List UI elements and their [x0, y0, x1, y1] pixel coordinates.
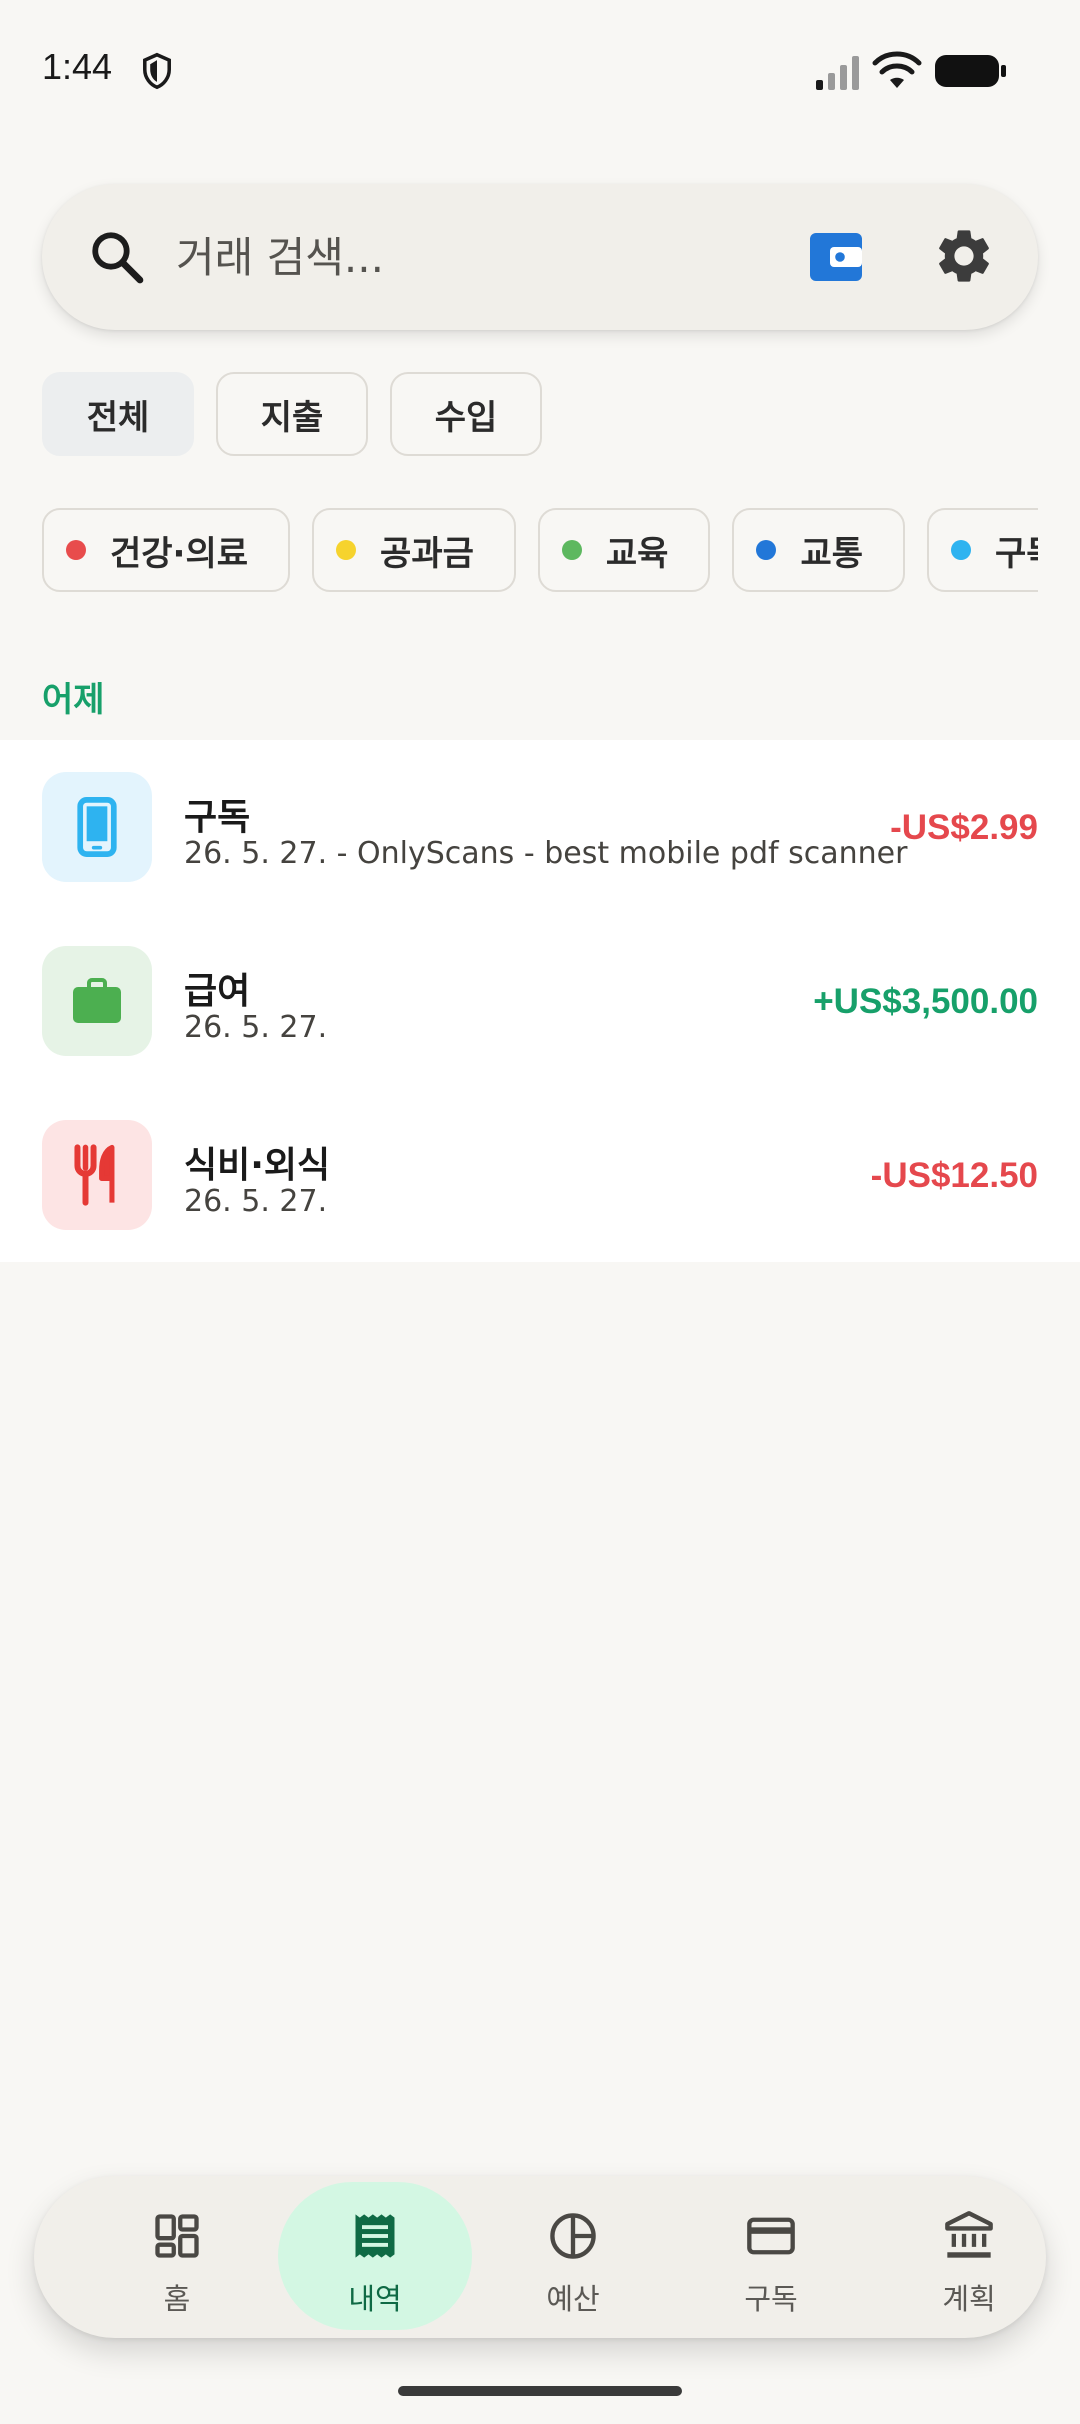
date-section-header: 어제 — [42, 680, 105, 720]
search-input[interactable] — [176, 184, 796, 330]
signal-icon — [816, 56, 859, 90]
home-indicator[interactable] — [398, 2386, 682, 2396]
category-dot — [561, 540, 582, 560]
category-dot — [66, 540, 86, 560]
nav-item-budget[interactable]: 예산 — [478, 2176, 668, 2338]
wallet-icon[interactable] — [808, 230, 864, 284]
transaction-subtitle: 26. 5. 27. — [184, 1184, 328, 1219]
category-dot — [756, 540, 777, 560]
category-chip-transport[interactable]: 교통 — [732, 508, 906, 592]
category-chip-utilities[interactable]: 공과금 — [312, 508, 516, 592]
filter-chip-income[interactable]: 수입 — [390, 372, 542, 456]
category-chip-health[interactable]: 건강·의료 — [42, 508, 291, 592]
nav-item-home[interactable]: 홈 — [82, 2176, 272, 2338]
pie-chart-icon — [550, 2213, 596, 2259]
category-chips-scroller[interactable]: 건강·의료 공과금 교육 교통 구독 — [42, 508, 1038, 594]
transaction-title: 급여 — [184, 971, 251, 1012]
briefcase-icon — [73, 978, 121, 1023]
transaction-subtitle: 26. 5. 27. - OnlyScans - best mobile pdf… — [184, 836, 908, 871]
transaction-title: 구독 — [184, 797, 251, 838]
category-chip-subscription[interactable]: 구독 — [927, 508, 1038, 592]
wifi-icon — [872, 51, 922, 88]
transaction-title: 식비·외식 — [184, 1145, 331, 1186]
nav-label: 홈 — [163, 2282, 191, 2316]
transaction-icon-box — [42, 1120, 152, 1230]
nav-label: 구독 — [744, 2282, 798, 2316]
bottom-navigation: 홈 내역 예산 구독 계획 — [34, 2176, 1046, 2338]
status-bar: 1:44 — [0, 0, 1080, 140]
battery-icon — [935, 55, 1006, 87]
gear-icon[interactable] — [932, 224, 996, 288]
nav-item-history[interactable]: 내역 — [280, 2176, 470, 2338]
category-chip-label: 건강·의료 — [110, 533, 249, 574]
shield-icon — [143, 52, 171, 90]
nav-item-plan[interactable]: 계획 — [874, 2176, 1064, 2338]
search-icon[interactable] — [88, 228, 146, 286]
transaction-icon-box — [42, 772, 152, 882]
type-filter-chips: 전체 지출 수입 — [42, 372, 542, 456]
transaction-row[interactable]: 식비·외식 26. 5. 27. -US$12.50 — [0, 1088, 1080, 1262]
transaction-row[interactable]: 급여 26. 5. 27. +US$3,500.00 — [0, 914, 1080, 1088]
nav-label: 내역 — [348, 2282, 402, 2316]
bank-icon — [945, 2211, 993, 2258]
category-chip-education[interactable]: 교육 — [537, 508, 711, 592]
transaction-amount: +US$3,500.00 — [813, 982, 1038, 1021]
search-bar — [42, 184, 1038, 330]
nav-label: 예산 — [546, 2282, 600, 2316]
receipt-icon — [355, 2214, 395, 2258]
dashboard-icon — [155, 2214, 199, 2258]
cutlery-icon — [74, 1144, 115, 1206]
filter-chip-all[interactable]: 전체 — [42, 372, 194, 456]
category-chip-label: 공과금 — [380, 533, 474, 574]
transaction-amount: -US$2.99 — [890, 808, 1038, 847]
credit-card-icon — [747, 2217, 795, 2255]
category-dot — [336, 540, 357, 560]
phone-icon — [77, 797, 117, 857]
status-time: 1:44 — [42, 46, 113, 87]
category-dot — [951, 540, 972, 560]
filter-chip-expense[interactable]: 지출 — [216, 372, 368, 456]
category-chip-label: 구독 — [995, 533, 1038, 574]
transaction-amount: -US$12.50 — [870, 1156, 1038, 1195]
transaction-icon-box — [42, 946, 152, 1056]
category-chip-label: 교육 — [605, 533, 669, 574]
nav-label: 계획 — [942, 2282, 996, 2316]
nav-item-subscription[interactable]: 구독 — [676, 2176, 866, 2338]
category-chip-label: 교통 — [800, 533, 864, 574]
transaction-subtitle: 26. 5. 27. — [184, 1010, 328, 1045]
transaction-row[interactable]: 구독 26. 5. 27. - OnlyScans - best mobile … — [0, 740, 1080, 914]
transaction-list: 구독 26. 5. 27. - OnlyScans - best mobile … — [0, 740, 1080, 1262]
